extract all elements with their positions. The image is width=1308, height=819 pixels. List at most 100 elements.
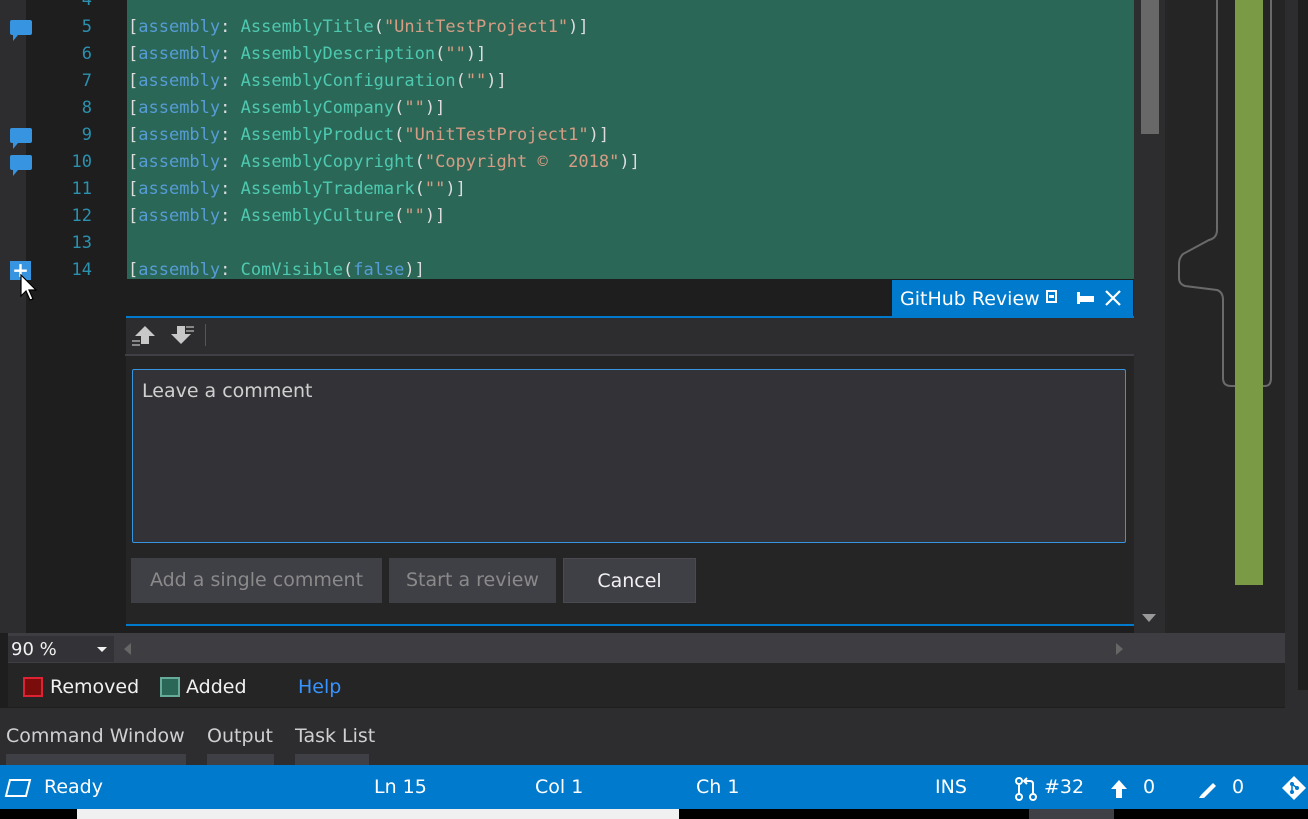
code-token: ( (435, 44, 446, 64)
previous-comment-icon[interactable] (131, 324, 157, 346)
overview-added-marker (1235, 0, 1263, 585)
scroll-down-arrow-icon[interactable] (1142, 614, 1156, 622)
comment-glyph-icon[interactable] (10, 128, 32, 149)
code-token: : (220, 206, 241, 226)
code-token: false (353, 260, 405, 280)
code-token: [ (128, 260, 139, 280)
code-token: AssemblyTrademark (240, 179, 415, 199)
code-token: ( (394, 206, 405, 226)
code-token: AssemblyDescription (240, 44, 436, 64)
code-token: : (220, 152, 241, 172)
code-line[interactable]: [assembly: AssemblyTitle("UnitTestProjec… (128, 14, 589, 41)
comment-placeholder: Leave a comment (142, 380, 313, 402)
pencil-icon[interactable] (1197, 779, 1219, 799)
code-token: ( (414, 152, 425, 172)
code-token: "" (424, 179, 446, 199)
status-line[interactable]: Ln 15 (374, 776, 427, 798)
add-single-comment-button[interactable]: Add a single comment (131, 558, 382, 603)
cancel-button[interactable]: Cancel (563, 558, 696, 603)
line-number: 8 (81, 98, 92, 118)
line-number: 6 (81, 44, 92, 64)
code-token: AssemblyConfiguration (240, 71, 456, 91)
code-line[interactable]: [assembly: AssemblyCompany("")] (128, 95, 445, 122)
code-token: [ (128, 125, 139, 145)
line-number: 13 (71, 233, 92, 253)
code-token: assembly (138, 17, 221, 37)
code-token: AssemblyCopyright (240, 152, 415, 172)
tab-output[interactable]: Output (207, 725, 273, 747)
code-lines[interactable]: 4 5 [assembly: AssemblyTitle("UnitTestProj… (0, 0, 1134, 280)
next-comment-icon[interactable] (169, 324, 195, 346)
git-icon[interactable] (1281, 775, 1307, 801)
code-line[interactable]: [assembly: ComVisible(false)] (128, 257, 425, 284)
dock-icon[interactable] (1076, 290, 1096, 306)
code-token: "UnitTestProject1" (383, 17, 569, 37)
code-token: AssemblyTitle (240, 17, 374, 37)
code-token: "" (445, 44, 466, 64)
code-line[interactable]: [assembly: AssemblyProduct("UnitTestProj… (128, 122, 609, 149)
outer-edge (1298, 0, 1308, 690)
scroll-right-arrow-icon[interactable] (1116, 643, 1123, 655)
help-link[interactable]: Help (298, 676, 341, 698)
status-column[interactable]: Col 1 (535, 776, 583, 798)
code-token: ( (394, 125, 405, 145)
status-edit-count[interactable]: 0 (1232, 776, 1244, 798)
code-line[interactable]: [assembly: AssemblyConfiguration("")] (128, 68, 507, 95)
code-token: assembly (138, 206, 221, 226)
code-line[interactable]: [assembly: AssemblyCopyright("Copyright … (128, 149, 640, 176)
review-toolbar (126, 318, 1134, 354)
removed-label: Removed (50, 676, 140, 698)
comment-glyph-icon[interactable] (10, 155, 32, 176)
code-token: [ (128, 98, 139, 118)
comment-glyph-icon[interactable] (10, 20, 32, 41)
code-token: [ (128, 71, 139, 91)
status-push-count[interactable]: 0 (1143, 776, 1155, 798)
code-token: assembly (138, 125, 221, 145)
code-line[interactable]: [assembly: AssemblyDescription("")] (128, 41, 486, 68)
code-token: ( (455, 71, 466, 91)
tab-command-window[interactable]: Command Window (6, 725, 185, 747)
status-pull-request[interactable]: #32 (1044, 776, 1084, 798)
horizontal-scrollbar[interactable] (8, 633, 1285, 663)
code-token: : (220, 44, 241, 64)
line-number: 7 (81, 71, 92, 91)
code-token: : (220, 98, 241, 118)
code-token: )] (619, 152, 640, 172)
status-insert-mode[interactable]: INS (935, 776, 967, 798)
tab-task-list[interactable]: Task List (295, 725, 375, 747)
taskbar-highlight (77, 809, 679, 819)
code-token: "" (404, 98, 425, 118)
code-token: assembly (138, 152, 221, 172)
ready-state-icon (4, 778, 32, 798)
code-token: AssemblyCompany (240, 98, 395, 118)
code-token: : (220, 260, 241, 280)
tab-command-window-indicator (6, 754, 186, 765)
vertical-scroll-thumb[interactable] (1141, 0, 1159, 134)
code-token: )] (568, 17, 589, 37)
code-token: )] (424, 206, 446, 226)
code-line[interactable]: [assembly: AssemblyTrademark("")] (128, 176, 466, 203)
status-char[interactable]: Ch 1 (696, 776, 739, 798)
scroll-left-arrow-icon[interactable] (124, 643, 131, 655)
github-review-title: GitHub Review (900, 288, 1040, 310)
zoom-value: 90 % (11, 639, 57, 660)
code-token: assembly (138, 44, 221, 64)
arrow-up-icon[interactable] (1110, 779, 1128, 799)
code-token: )] (588, 125, 610, 145)
code-token: )] (465, 44, 487, 64)
chevron-down-icon[interactable] (97, 647, 107, 652)
pin-icon[interactable] (1045, 289, 1059, 305)
code-token: [ (128, 206, 139, 226)
code-token: assembly (138, 98, 221, 118)
code-token: assembly (138, 260, 221, 280)
code-token: [ (128, 179, 139, 199)
start-review-button[interactable]: Start a review (389, 558, 556, 603)
code-token: ComVisible (240, 260, 343, 280)
added-label: Added (186, 676, 247, 698)
mouse-cursor-icon (20, 273, 40, 302)
code-token: AssemblyCulture (240, 206, 395, 226)
pull-request-icon[interactable] (1014, 777, 1038, 801)
code-token: [ (128, 44, 139, 64)
code-line[interactable]: [assembly: AssemblyCulture("")] (128, 203, 445, 230)
close-icon[interactable] (1104, 289, 1122, 307)
